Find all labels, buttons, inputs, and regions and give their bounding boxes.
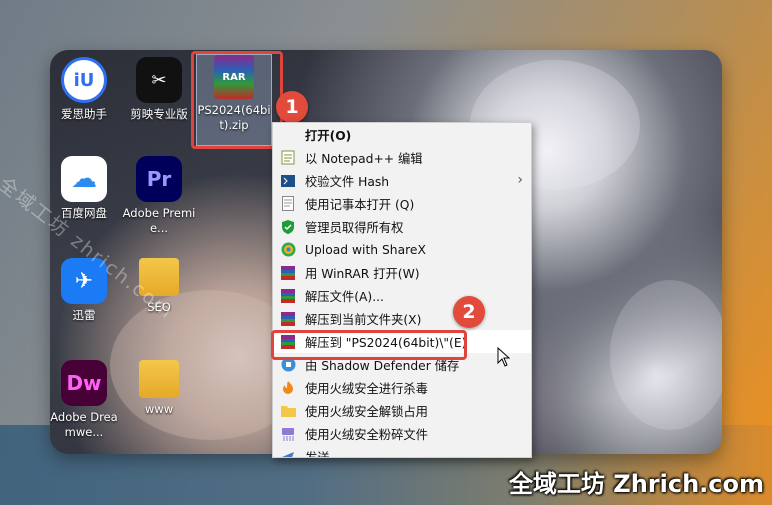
menu-item-winrar-open[interactable]: 用 WinRAR 打开(W) — [273, 261, 531, 284]
shredder-icon — [279, 426, 297, 442]
menu-item-notepad[interactable]: 使用记事本打开 (Q) — [273, 192, 531, 215]
menu-item-take-ownership[interactable]: 管理员取得所有权 — [273, 215, 531, 238]
menu-item-open[interactable]: 打开(O) — [273, 123, 531, 146]
menu-item-label: 解压文件(A)... — [305, 289, 384, 304]
menu-item-label: 使用火绒安全粉碎文件 — [305, 427, 428, 442]
menu-item-label: 以 Notepad++ 编辑 — [305, 151, 423, 166]
winrar-icon — [279, 311, 297, 327]
menu-item-label: 校验文件 Hash — [305, 174, 390, 189]
desktop-icon-premiere[interactable]: Pr Adobe Premie... — [122, 156, 196, 236]
menu-item-sharex[interactable]: Upload with ShareX — [273, 238, 531, 261]
desktop-icon-jianying[interactable]: ✂ 剪映专业版 — [122, 57, 196, 122]
menu-item-label: Upload with ShareX — [305, 242, 426, 257]
winrar-icon — [279, 265, 297, 281]
folder-lock-icon — [279, 403, 297, 419]
desktop-icon-label: Adobe Premie... — [122, 206, 196, 235]
step1-highlight-box — [191, 51, 283, 149]
menu-item-label: 发送 — [305, 450, 330, 458]
desktop-icon-aisi[interactable]: iU 爱思助手 — [47, 57, 121, 122]
desktop-icon-label: 爱思助手 — [61, 107, 107, 121]
shield-icon — [279, 219, 297, 235]
step2-badge: 2 — [453, 296, 485, 328]
cloud-icon: ☁ — [61, 156, 107, 202]
send-icon — [279, 449, 297, 457]
aisi-icon: iU — [61, 57, 107, 103]
premiere-icon: Pr — [136, 156, 182, 202]
menu-item-huorong-scan[interactable]: 使用火绒安全进行杀毒 — [273, 376, 531, 399]
desktop-icon-dreamweaver[interactable]: Dw Adobe Dreamwe... — [47, 360, 121, 440]
mouse-cursor-icon — [497, 347, 511, 367]
menu-item-label: 用 WinRAR 打开(W) — [305, 266, 420, 281]
sharex-icon — [279, 242, 297, 258]
menu-item-huorong-shred[interactable]: 使用火绒安全粉碎文件 — [273, 422, 531, 445]
step2-highlight-box — [271, 330, 467, 360]
menu-item-label: 打开(O) — [305, 128, 352, 143]
menu-item-label: 使用火绒安全解锁占用 — [305, 404, 428, 419]
menu-item-hash[interactable]: 校验文件 Hash › — [273, 169, 531, 192]
menu-item-send[interactable]: 发送 — [273, 445, 531, 458]
menu-item-extract-files[interactable]: 解压文件(A)... — [273, 284, 531, 307]
document-icon — [279, 196, 297, 212]
desktop-icon-label: 剪映专业版 — [130, 107, 188, 121]
menu-item-label: 使用火绒安全进行杀毒 — [305, 381, 428, 396]
menu-item-huorong-unlock[interactable]: 使用火绒安全解锁占用 — [273, 399, 531, 422]
capcut-icon: ✂ — [136, 57, 182, 103]
winrar-icon — [279, 288, 297, 304]
menu-item-notepadpp[interactable]: 以 Notepad++ 编辑 — [273, 146, 531, 169]
folder-icon — [139, 360, 179, 398]
huorong-icon — [279, 380, 297, 396]
powershell-icon — [279, 173, 297, 189]
menu-item-label: 管理员取得所有权 — [305, 220, 404, 235]
desktop-icon-label: www — [144, 402, 174, 416]
desktop-icon-label: Adobe Dreamwe... — [50, 410, 118, 439]
context-menu: 打开(O) 以 Notepad++ 编辑 校验文件 Hash › 使用记事本打开… — [272, 122, 532, 458]
brand-watermark: 全域工坊 Zhrich.com — [508, 470, 764, 498]
menu-item-label: 解压到当前文件夹(X) — [305, 312, 422, 327]
wallpaper-flower-2 — [610, 280, 722, 430]
notepad-icon — [279, 150, 297, 166]
chevron-right-icon: › — [517, 172, 523, 188]
blank-icon — [279, 127, 297, 143]
desktop-icon-www-folder[interactable]: www — [122, 360, 196, 417]
desktop-icon-label: 迅雷 — [72, 308, 96, 322]
step1-badge: 1 — [276, 91, 308, 123]
menu-item-label: 使用记事本打开 (Q) — [305, 197, 415, 212]
menu-item-extract-here[interactable]: 解压到当前文件夹(X) — [273, 307, 531, 330]
dreamweaver-icon: Dw — [61, 360, 107, 406]
